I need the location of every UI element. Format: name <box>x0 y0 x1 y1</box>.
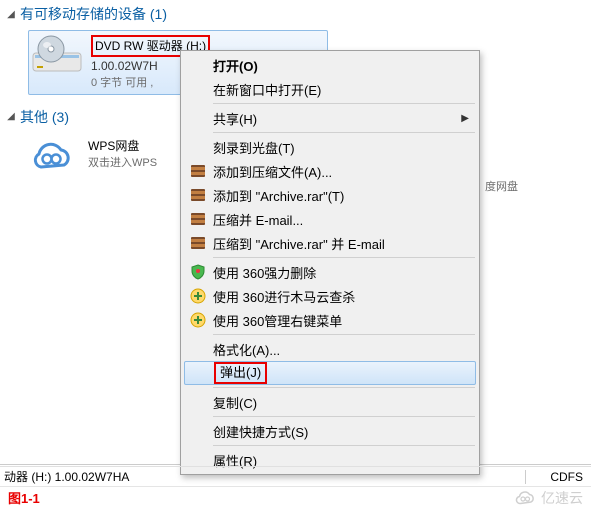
collapse-arrow-icon[interactable]: ◢ <box>6 111 16 122</box>
menu-separator <box>213 445 475 446</box>
menu-create-shortcut[interactable]: 创建快捷方式(S) <box>183 419 477 443</box>
menu-open-new-window[interactable]: 在新窗口中打开(E) <box>183 77 477 101</box>
dvd-drive-icon <box>31 33 83 77</box>
menu-open[interactable]: 打开(O) <box>183 53 477 77</box>
menu-eject[interactable]: 弹出(J) <box>184 361 476 385</box>
menu-add-archive-rar[interactable]: 添加到 "Archive.rar"(T) <box>183 183 477 207</box>
watermark-text: 亿速云 <box>541 488 583 508</box>
explorer-panel: ◢ 有可移动存储的设备 (1) DVD RW 驱动器 (H:) 1.00.02W… <box>0 0 591 465</box>
plus-shield-icon <box>189 287 207 305</box>
menu-360-rightmenu[interactable]: 使用 360管理右键菜单 <box>183 308 477 332</box>
eject-highlight: 弹出(J) <box>214 362 267 384</box>
menu-separator <box>213 387 475 388</box>
wps-sub: 双击进入WPS <box>88 155 157 172</box>
menu-360-force-delete[interactable]: 使用 360强力删除 <box>183 260 477 284</box>
menu-separator <box>213 334 475 335</box>
wps-title: WPS网盘 <box>88 137 157 155</box>
menu-separator <box>213 103 475 104</box>
menu-add-archive[interactable]: 添加到压缩文件(A)... <box>183 159 477 183</box>
shield-icon <box>189 263 207 281</box>
status-left: 动器 (H:) 1.00.02W7HA <box>4 468 129 485</box>
status-bar: 动器 (H:) 1.00.02W7HA CDFS <box>0 466 591 486</box>
collapse-arrow-icon[interactable]: ◢ <box>6 9 16 20</box>
section-removable-title: 有可移动存储的设备 (1) <box>20 4 167 24</box>
menu-separator <box>213 416 475 417</box>
submenu-arrow-icon: ▶ <box>461 113 469 124</box>
menu-separator <box>213 257 475 258</box>
rar-icon <box>189 210 207 228</box>
watermark: 亿速云 <box>515 488 583 508</box>
menu-share[interactable]: 共享(H)▶ <box>183 106 477 130</box>
menu-format[interactable]: 格式化(A)... <box>183 337 477 361</box>
menu-compress-email[interactable]: 压缩并 E-mail... <box>183 207 477 231</box>
menu-360-trojan-scan[interactable]: 使用 360进行木马云查杀 <box>183 284 477 308</box>
figure-caption: 图1-1 <box>8 488 40 507</box>
section-removable-header[interactable]: ◢ 有可移动存储的设备 (1) <box>0 0 591 28</box>
menu-copy[interactable]: 复制(C) <box>183 390 477 414</box>
plus-shield-icon <box>189 311 207 329</box>
menu-burn-disc[interactable]: 刻录到光盘(T) <box>183 135 477 159</box>
context-menu: 打开(O) 在新窗口中打开(E) 共享(H)▶ 刻录到光盘(T) 添加到压缩文件… <box>180 50 480 475</box>
caption-row: 图1-1 亿速云 <box>0 486 591 508</box>
menu-separator <box>213 132 475 133</box>
cloud-logo-icon <box>515 491 537 505</box>
menu-compress-rar-email[interactable]: 压缩到 "Archive.rar" 并 E-mail <box>183 231 477 255</box>
truncated-netdisk-label: 度网盘 <box>485 178 518 194</box>
cloud-icon <box>30 135 78 179</box>
rar-icon <box>189 234 207 252</box>
rar-icon <box>189 186 207 204</box>
section-other-title: 其他 (3) <box>20 107 69 127</box>
rar-icon <box>189 162 207 180</box>
status-right: CDFS <box>525 470 583 484</box>
